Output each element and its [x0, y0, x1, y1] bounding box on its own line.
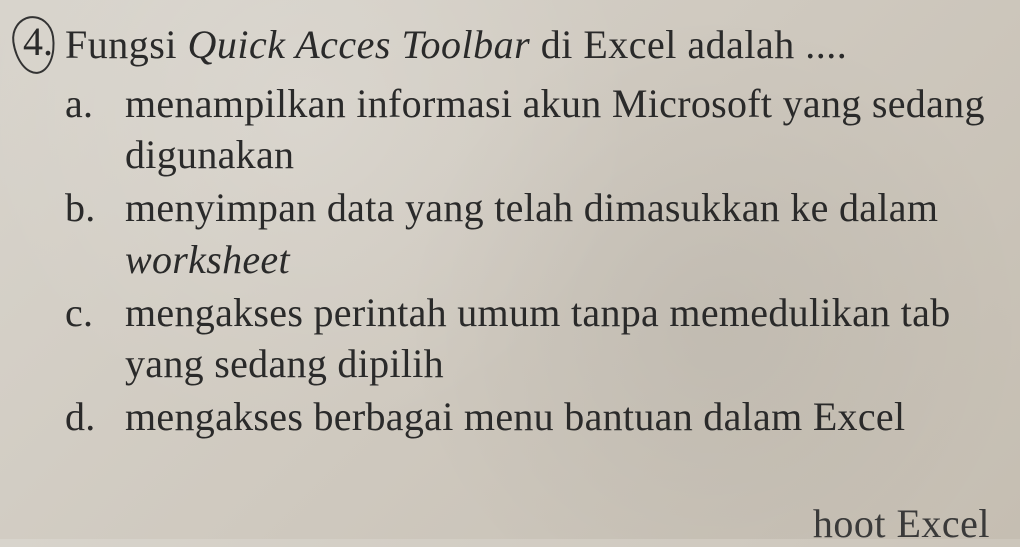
question-text-italic: Quick Acces Toolbar: [187, 22, 530, 67]
option-a: a. menampilkan informasi akun Microsoft …: [65, 78, 990, 180]
option-letter: b.: [65, 182, 103, 233]
options-list: a. menampilkan informasi akun Microsoft …: [65, 78, 990, 442]
question-number: 4.: [15, 20, 53, 64]
option-letter: a.: [65, 78, 103, 129]
option-letter: c.: [65, 287, 103, 338]
partial-cutoff-text: hoot Excel: [813, 500, 990, 547]
option-text: menyimpan data yang telah dimasukkan ke …: [125, 182, 990, 284]
option-text: mengakses perintah umum tanpa memedulika…: [125, 287, 990, 389]
question-text-pre: Fungsi: [65, 22, 187, 67]
question-text-post: di Excel adalah ....: [530, 22, 847, 67]
option-c: c. mengakses perintah umum tanpa memedul…: [65, 287, 990, 389]
question-block: 4. Fungsi Quick Acces Toolbar di Excel a…: [15, 20, 990, 444]
option-d: d. mengakses berbagai menu bantuan dalam…: [65, 391, 990, 442]
option-text: mengakses berbagai menu bantuan dalam Ex…: [125, 391, 990, 442]
option-b: b. menyimpan data yang telah dimasukkan …: [65, 182, 990, 284]
question-text: Fungsi Quick Acces Toolbar di Excel adal…: [65, 20, 990, 70]
option-letter: d.: [65, 391, 103, 442]
option-text: menampilkan informasi akun Microsoft yan…: [125, 78, 990, 180]
